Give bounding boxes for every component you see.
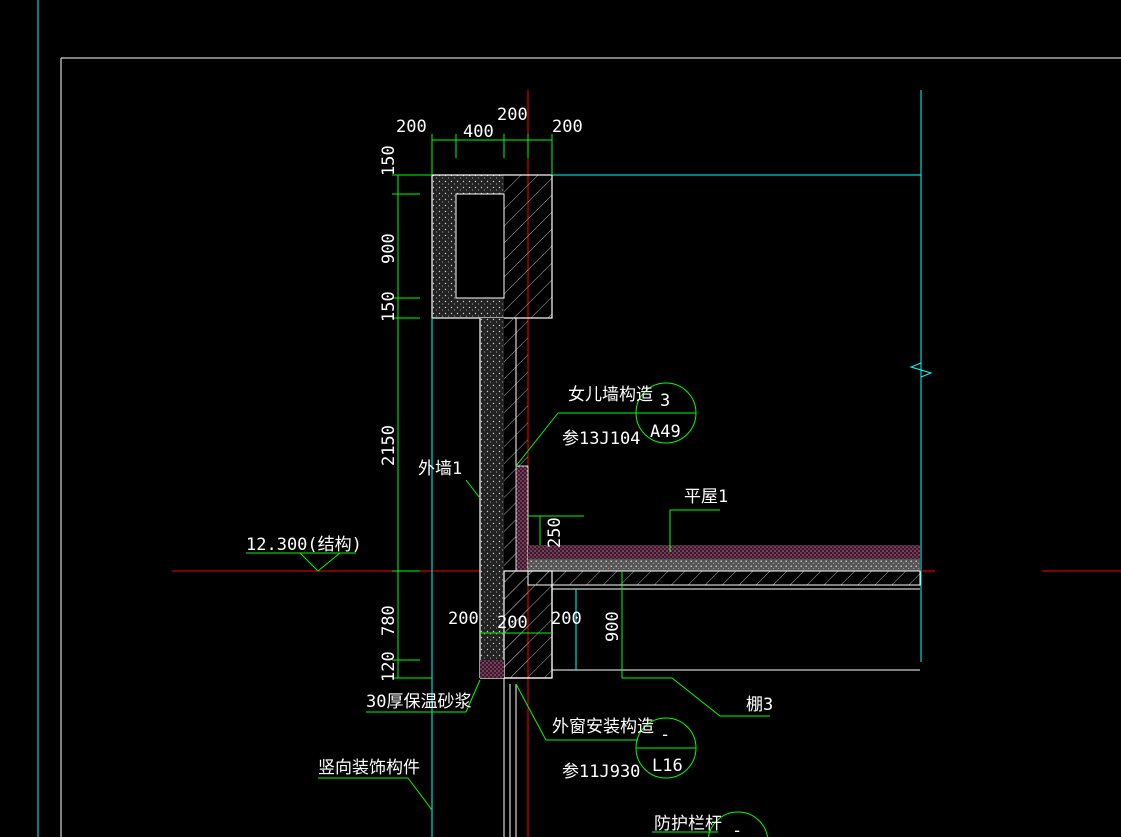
dim-lower-900: 900 [603, 611, 623, 642]
insulation-mortar-strip [480, 660, 504, 678]
dim-left-150b: 150 [379, 291, 399, 322]
label-window-install: 外窗安装构造 [552, 717, 654, 737]
parapet [431, 174, 553, 319]
dim-lower-3: 200 [551, 609, 582, 629]
cad-drawing-canvas[interactable]: 200 400 200 200 150 900 150 2150 780 120… [0, 0, 1121, 837]
dim-lower-250: 250 [545, 517, 565, 548]
dim-left-900: 900 [379, 233, 399, 264]
dim-left-780: 780 [379, 605, 399, 636]
label-parapet-callout-num: 3 [660, 391, 670, 411]
upturn-insulation [515, 465, 529, 572]
label-outer-wall: 外墙1 [418, 459, 462, 479]
roof-gravel-layer [528, 559, 920, 571]
dim-left-150a: 150 [379, 145, 399, 176]
label-parapet-callout-sheet: A49 [650, 422, 681, 442]
label-flat-roof: 平屋1 [684, 487, 728, 507]
label-elevation: 12.300(结构) [246, 535, 362, 555]
label-guardrail: 防护栏杆 [654, 814, 722, 834]
label-window-callout-sheet: L16 [652, 756, 683, 776]
parapet-void [455, 193, 505, 299]
dim-left-120: 120 [379, 651, 399, 682]
dim-top-1: 200 [396, 117, 427, 137]
dim-top-2: 400 [463, 122, 494, 142]
label-window-callout-num: - [660, 725, 670, 745]
roof-insulation-layer [528, 545, 920, 559]
dim-left-2150: 2150 [379, 425, 399, 466]
label-window-ref: 参11J930 [562, 762, 640, 782]
label-guardrail-callout-num: - [732, 821, 742, 837]
roof-structural-slab [527, 570, 921, 586]
dim-lower-2: 200 [497, 613, 528, 633]
dim-lower-1: 200 [448, 609, 479, 629]
dim-top-4: 200 [552, 117, 583, 137]
label-parapet-ref: 参13J104 [562, 429, 640, 449]
label-ceiling: 棚3 [746, 695, 773, 715]
label-parapet-structure: 女儿墙构造 [568, 385, 653, 405]
label-insulation-mortar: 30厚保温砂浆 [366, 692, 471, 712]
dim-top-3: 200 [497, 105, 528, 125]
label-vertical-decor: 竖向装饰构件 [318, 758, 420, 778]
